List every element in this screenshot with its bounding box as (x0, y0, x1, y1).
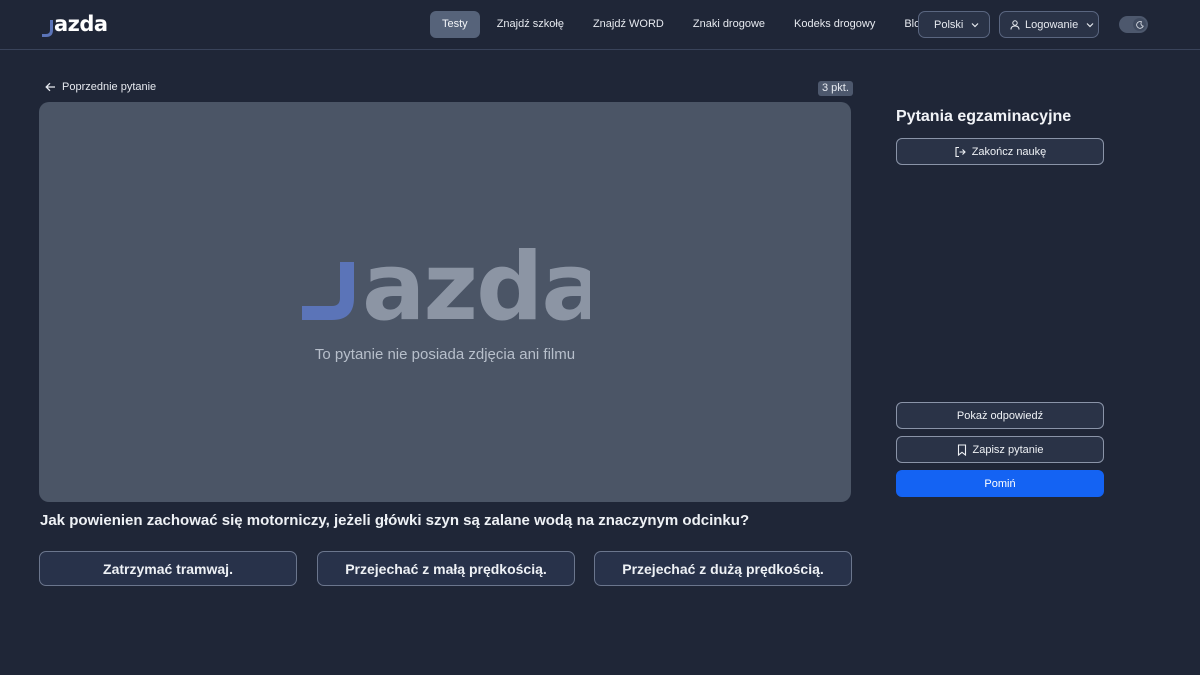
language-label: Polski (934, 18, 964, 31)
placeholder-logo: azda (302, 233, 605, 342)
nav-item-road-signs[interactable]: Znaki drogowe (681, 11, 777, 38)
bookmark-icon (957, 443, 966, 456)
skip-button[interactable]: Pomiń (896, 470, 1104, 497)
placeholder-logo-text: azda (362, 240, 590, 324)
logo-mark-icon (42, 20, 53, 37)
logo-text: azda (54, 12, 108, 36)
login-dropdown[interactable]: Logowanie (999, 11, 1099, 38)
nav-item-find-school[interactable]: Znajdź szkołę (485, 11, 576, 38)
main-nav: Testy Znajdź szkołę Znajdź WORD Znaki dr… (430, 11, 943, 38)
previous-question-label: Poprzednie pytanie (62, 81, 157, 93)
user-icon (1010, 19, 1020, 30)
save-question-label: Zapisz pytanie (972, 443, 1044, 456)
skip-label: Pomiń (984, 477, 1016, 490)
nav-item-tests[interactable]: Testy (430, 11, 480, 38)
top-navigation-bar: azda Testy Znajdź szkołę Znajdź WORD Zna… (0, 0, 1200, 50)
question-media-placeholder: azda To pytanie nie posiada zdjęcia ani … (39, 102, 851, 502)
nav-item-find-word[interactable]: Znajdź WORD (581, 11, 676, 38)
login-label: Logowanie (1025, 18, 1079, 31)
toggle-knob (1133, 18, 1146, 31)
show-answer-label: Pokaż odpowiedź (956, 409, 1044, 422)
previous-question-link[interactable]: Poprzednie pytanie (45, 81, 156, 93)
site-logo[interactable]: azda (42, 11, 108, 37)
answer-option-1[interactable]: Zatrzymać tramwaj. (39, 551, 297, 586)
end-learning-label: Zakończ naukę (971, 145, 1047, 158)
nav-item-traffic-code[interactable]: Kodeks drogowy (782, 11, 887, 38)
question-text: Jak powienien zachować się motorniczy, j… (40, 512, 750, 529)
chevron-down-icon (1086, 22, 1094, 27)
answer-option-3[interactable]: Przejechać z dużą prędkością. (594, 551, 852, 586)
sidebar-title: Pytania egzaminacyjne (896, 108, 1072, 125)
end-learning-button[interactable]: Zakończ naukę (896, 138, 1104, 165)
points-badge: 3 pkt. (818, 81, 853, 96)
no-media-caption: To pytanie nie posiada zdjęcia ani filmu (314, 346, 576, 363)
chevron-down-icon (971, 22, 979, 27)
show-answer-button[interactable]: Pokaż odpowiedź (896, 402, 1104, 429)
language-select[interactable]: Polski (918, 11, 990, 38)
save-question-button[interactable]: Zapisz pytanie (896, 436, 1104, 463)
arrow-left-icon (45, 82, 55, 92)
logout-icon (955, 146, 966, 157)
moon-icon (1135, 20, 1144, 29)
theme-toggle[interactable] (1119, 16, 1148, 33)
placeholder-logo-graphic: azda (302, 233, 605, 342)
answer-option-2[interactable]: Przejechać z małą prędkością. (317, 551, 575, 586)
